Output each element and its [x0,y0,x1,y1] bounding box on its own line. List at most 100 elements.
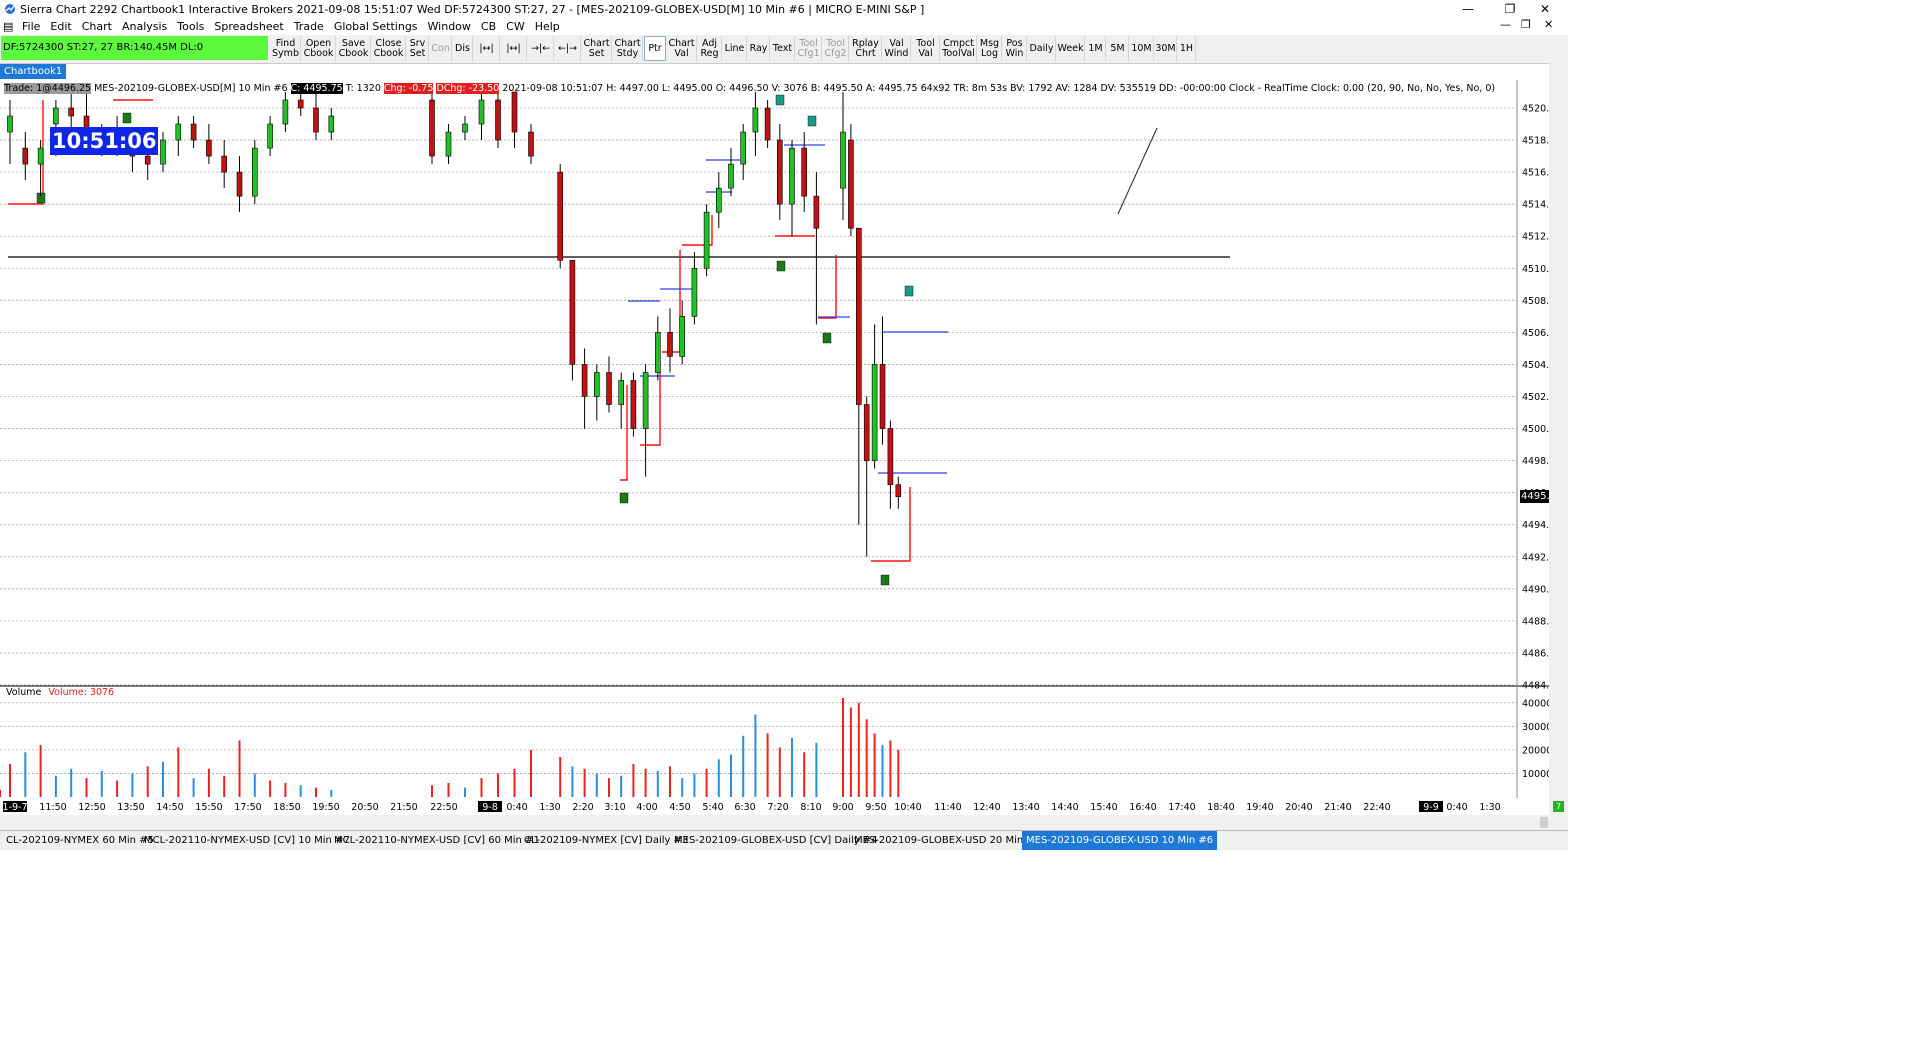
toolbar-button-9[interactable]: →|← [528,36,554,61]
toolbar-button-8[interactable]: |↔| [501,36,527,61]
chart-tabs: CL-202109-NYMEX 60 Min #5 MCL-202110-NYME… [0,830,1568,850]
toolbar-button-1[interactable]: Open Cbook [302,36,336,61]
time-tick-label: 17:50 [234,802,261,813]
toolbar-button-12[interactable]: Chart Stdy [613,36,643,61]
timer-info: TR: 8m 53s BV: 1792 AV: 1284 DV: 535519 … [953,83,1496,94]
candle-body [667,332,673,357]
menu-global-settings[interactable]: Global Settings [329,20,423,33]
toolbar-button-16[interactable]: Line [723,36,747,61]
toolbar-button-18[interactable]: Text [771,36,795,61]
candle-body [53,107,59,125]
toolbar-button-24[interactable]: Cmpct ToolVal [941,36,977,61]
toolbar-button-17[interactable]: Ray [748,36,770,61]
candle-body [764,107,771,141]
chart-tab-6[interactable]: MES-202109-GLOBEX-USD 10 Min #6 [1022,831,1218,850]
chart-tab-5[interactable]: MES-202109-GLOBEX-USD 20 Min #9 [850,831,1045,850]
chg-info: Chg: -0.75 [383,83,434,94]
close-window-button[interactable]: ✕ [1522,0,1568,18]
close-info: C: 4495.75 [290,83,343,94]
horizontal-scrollbar[interactable] [0,815,1549,830]
menu-cw[interactable]: CW [501,20,530,33]
toolbar-button-6[interactable]: Dis [453,36,473,61]
toolbar-button-5[interactable]: Con [430,36,452,61]
candle-body [618,380,625,405]
chart-header: Trade: 1@4496.25 MES-202109-GLOBEX-USD[M… [4,83,1495,95]
candle-body [297,99,304,109]
toolbar-button-25[interactable]: Msg Log [978,36,1002,61]
toolbar-button-27[interactable]: Daily [1028,36,1056,61]
toolbar-button-11[interactable]: Chart Set [582,36,612,61]
chartbook-tab[interactable]: Chartbook1 [0,64,67,79]
toolbar-button-3[interactable]: Close Cbook [372,36,406,61]
time-tick-label: 13:50 [117,802,144,813]
time-tick-label: 3:10 [604,802,625,813]
chart-area[interactable]: 4520.00 4518.00 4516.00 4514.00 4512.00 4510.… [0,80,1568,813]
candle-body [740,131,747,165]
toolbar-button-30[interactable]: 5M [1107,36,1129,61]
candle-body [593,372,600,397]
candle-body [679,316,686,357]
menu-bar: ▤ File Edit Chart Analysis Tools Spreads… [0,18,1568,36]
toolbar-button-19[interactable]: Tool Cfg1 [796,36,822,61]
toolbar-button-28[interactable]: Week [1057,36,1085,61]
time-tick-label: 8:10 [800,802,821,813]
toolbar-button-2[interactable]: Save Cbook [337,36,371,61]
toolbar-button-32[interactable]: 30M [1155,36,1177,61]
volume-label: Volume [6,687,42,698]
scroll-end-badge[interactable]: 7 [1553,801,1564,812]
candle-body [445,131,452,157]
chart-tab-3[interactable]: CL-202109-NYMEX [CV] Daily #3 [520,831,692,850]
time-tick-label: 17:40 [1168,802,1195,813]
time-tick-label: 11:40 [934,802,961,813]
candle-body [206,139,212,157]
menu-edit[interactable]: Edit [45,20,76,33]
menu-analysis[interactable]: Analysis [117,20,172,33]
signal-marker [775,94,785,106]
price-chart[interactable]: 4520.004518.004516.004514.004512.004510.… [0,80,1568,815]
candle-body [813,195,820,229]
menu-window[interactable]: Window [423,20,476,33]
time-tick-label: 22:50 [430,802,457,813]
time-tick-label: 6:30 [734,802,755,813]
menu-spreadsheet[interactable]: Spreadsheet [209,20,288,33]
toolbar-button-26[interactable]: Pos Win [1003,36,1027,61]
menu-tools[interactable]: Tools [172,20,209,33]
menu-help[interactable]: Help [530,20,565,33]
candle-body [37,147,44,165]
toolbar-button-29[interactable]: 1M [1086,36,1106,61]
toolbar-button-7[interactable]: |↔| [474,36,500,61]
toolbar-button-22[interactable]: Val Wind [883,36,911,61]
candle-body [630,380,637,429]
candle-body [7,115,13,133]
scrollbar-thumb[interactable] [1540,817,1548,828]
menu-chart[interactable]: Chart [77,20,117,33]
toolbar-button-31[interactable]: 10M [1130,36,1154,61]
child-minimize-button[interactable]: — [1500,18,1511,31]
toolbar-button-4[interactable]: Srv Set [407,36,429,61]
chart-tab-1[interactable]: MCL-202110-NYMEX-USD [CV] 10 Min #7 [140,831,354,850]
signal-marker [822,332,832,344]
child-restore-button[interactable]: ❐ [1521,18,1531,31]
app-icon [5,4,15,14]
system-menu-icon[interactable]: ▤ [3,20,17,33]
toolbar-button-10[interactable]: ←|→ [555,36,581,61]
candle-body [703,211,710,269]
toolbar-button-15[interactable]: Adj Reg [698,36,722,61]
menu-file[interactable]: File [17,20,45,33]
toolbar-button-14[interactable]: Chart Val [667,36,697,61]
chart-tab-0[interactable]: CL-202109-NYMEX 60 Min #5 [2,831,158,850]
minimize-button[interactable]: — [1445,0,1491,18]
toolbar-button-23[interactable]: Tool Val [912,36,940,61]
toolbar-button-21[interactable]: Rplay Chrt [850,36,882,61]
chart-tab-2[interactable]: MCL-202110-NYMEX-USD [CV] 60 Min #1 [330,831,544,850]
time-tick-label: 1:30 [1479,802,1500,813]
child-close-button[interactable]: ✕ [1544,18,1553,31]
toolbar-button-13[interactable]: Ptr [644,36,666,61]
menu-trade[interactable]: Trade [289,20,329,33]
menu-cb[interactable]: CB [476,20,501,33]
toolbar-button-20[interactable]: Tool Cfg2 [823,36,849,61]
candle-body [282,99,289,125]
toolbar-button-33[interactable]: 1H [1178,36,1196,61]
time-tick-label: 13:40 [1012,802,1039,813]
toolbar-button-0[interactable]: Find Symb [271,36,301,61]
